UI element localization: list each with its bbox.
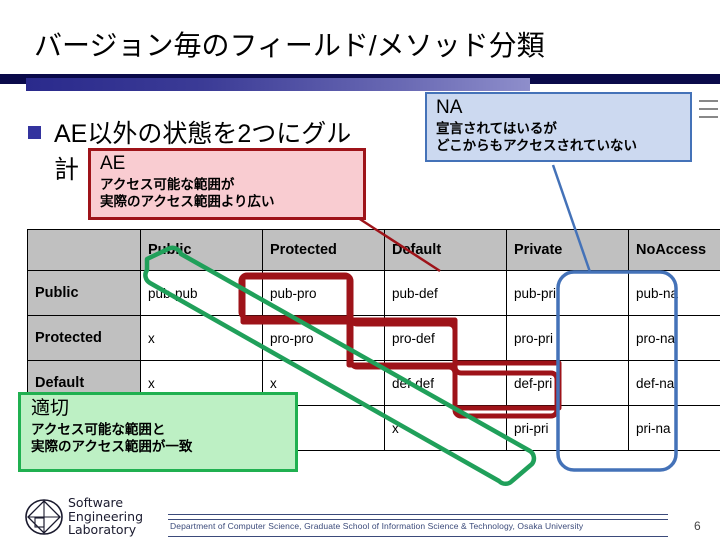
cell-def-pri: def-pri	[506, 360, 629, 406]
edge-mark-icon	[699, 116, 718, 118]
callout-na-line2: どこからもアクセスされていない	[436, 138, 638, 153]
footer-divider-bottom	[168, 536, 668, 537]
column-header-private: Private	[506, 229, 629, 271]
slide-number: 6	[694, 519, 701, 533]
header-bar-gradient	[26, 78, 530, 91]
lab-logo-line3: Laboratory	[68, 522, 137, 537]
lab-logo-line1: Software	[68, 495, 124, 510]
table-row: Protected x pro-pro pro-def pro-pri pro-…	[27, 315, 720, 361]
lab-logo: Software Engineering Laboratory	[24, 496, 160, 536]
footer-credit: Department of Computer Science, Graduate…	[170, 521, 584, 531]
column-header-public: Public	[140, 229, 263, 271]
footer-divider-top	[168, 514, 668, 515]
page-title: バージョン毎のフィールド/メソッド分類	[34, 30, 545, 61]
cell-pro-na: pro-na	[628, 315, 720, 361]
cell-pub-pri: pub-pri	[506, 270, 629, 316]
cell-pro-pri: pro-pri	[506, 315, 629, 361]
callout-appropriate: 適切 アクセス可能な範囲と 実際のアクセス範囲が一致	[18, 392, 298, 472]
cell-pro-pub: x	[140, 315, 263, 361]
row-header-protected: Protected	[27, 315, 141, 361]
column-header-protected: Protected	[262, 229, 385, 271]
callout-na-line1: 宣言されてはいるが	[436, 121, 557, 136]
callout-appropriate-title: 適切	[31, 398, 70, 419]
callout-ae-line1: アクセス可能な範囲が	[100, 177, 235, 192]
row-header-public: Public	[27, 270, 141, 316]
slide-canvas: バージョン毎のフィールド/メソッド分類 AE以外の状態を2つにグル 計 Publ…	[0, 0, 720, 540]
lab-logo-text: Software Engineering Laboratory	[68, 496, 143, 537]
cell-def-def: def-def	[384, 360, 507, 406]
column-header-default: Default	[384, 229, 507, 271]
cell-pri-def: x	[384, 405, 507, 451]
callout-na-title: NA	[436, 97, 463, 118]
table-row: Public pub-pub pub-pro pub-def pub-pri p…	[27, 270, 720, 316]
cell-def-na: def-na	[628, 360, 720, 406]
callout-appropriate-line2: 実際のアクセス範囲が一致	[31, 439, 193, 454]
column-header-noaccess: NoAccess	[628, 229, 720, 271]
cell-pub-pro: pub-pro	[262, 270, 385, 316]
footer-divider-middle	[168, 519, 668, 520]
lab-logo-line2: Engineering	[68, 508, 143, 524]
bullet-text-line1: AE以外の状態を2つにグル	[54, 120, 352, 148]
edge-mark-icon	[699, 108, 718, 110]
callout-ae-line2: 実際のアクセス範囲より広い	[100, 194, 275, 209]
table-header-row: Public Protected Default Private NoAcces…	[27, 229, 720, 271]
callout-ae-title: AE	[100, 153, 126, 174]
callout-ae: AE アクセス可能な範囲が 実際のアクセス範囲より広い	[88, 148, 366, 220]
cell-pub-def: pub-def	[384, 270, 507, 316]
bullet-square-icon	[28, 126, 41, 139]
callout-appropriate-line1: アクセス可能な範囲と	[31, 422, 166, 437]
cell-pub-pub: pub-pub	[140, 270, 263, 316]
callout-na: NA 宣言されてはいるが どこからもアクセスされていない	[425, 92, 692, 162]
cell-pro-pro: pro-pro	[262, 315, 385, 361]
edge-mark-icon	[699, 100, 718, 102]
cell-pri-na: pri-na	[628, 405, 720, 451]
table-corner-header	[27, 229, 141, 271]
cell-pro-def: pro-def	[384, 315, 507, 361]
lab-logo-icon	[25, 499, 63, 535]
cell-pri-pri: pri-pri	[506, 405, 629, 451]
cell-pub-na: pub-na	[628, 270, 720, 316]
bullet-text-line2: 計	[54, 156, 80, 184]
